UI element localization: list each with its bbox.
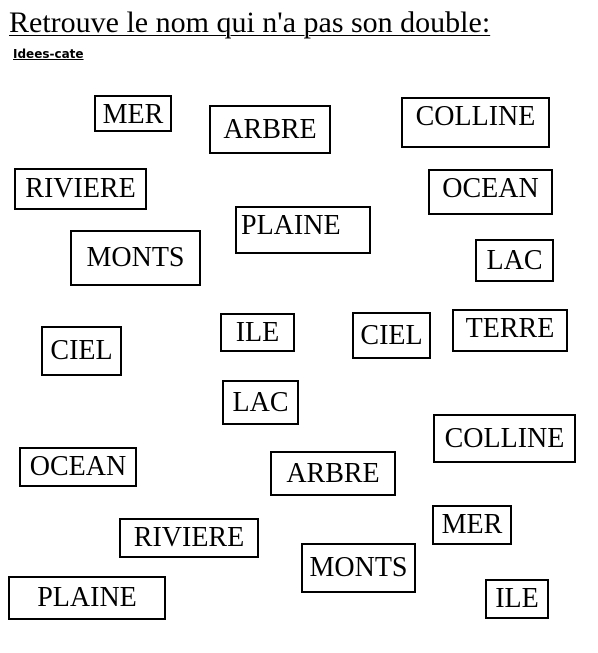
page-title: Retrouve le nom qui n'a pas son double:	[9, 6, 491, 39]
word-box-ile: ILE	[220, 313, 295, 352]
word-label: LAC	[486, 244, 543, 276]
word-label: MER	[102, 99, 164, 130]
word-box-mer: MER	[94, 95, 172, 132]
word-label: ILE	[495, 583, 539, 614]
word-label: MER	[441, 509, 503, 540]
word-box-ocean: OCEAN	[428, 169, 553, 215]
word-box-colline: COLLINE	[401, 97, 550, 148]
word-box-plaine: PLAINE	[8, 576, 166, 620]
word-box-terre: TERRE	[452, 309, 568, 352]
word-label: RIVIERE	[25, 173, 136, 204]
word-box-mer: MER	[432, 505, 512, 545]
word-label: PLAINE	[37, 582, 137, 613]
word-box-riviere: RIVIERE	[14, 168, 147, 210]
word-label: OCEAN	[29, 451, 127, 482]
word-box-monts: MONTS	[301, 543, 416, 593]
word-box-arbre: ARBRE	[270, 451, 396, 496]
word-label: MONTS	[86, 242, 185, 273]
word-label: ARBRE	[286, 457, 380, 489]
word-box-monts: MONTS	[70, 230, 201, 286]
word-label: TERRE	[465, 313, 555, 344]
word-box-riviere: RIVIERE	[119, 518, 259, 558]
word-label: COLLINE	[444, 422, 565, 454]
word-label: COLLINE	[415, 101, 536, 132]
word-box-ile: ILE	[485, 579, 549, 619]
word-box-arbre: ARBRE	[209, 105, 331, 154]
word-label: CIEL	[50, 335, 113, 366]
word-label: PLAINE	[241, 210, 341, 241]
word-label: RIVIERE	[133, 522, 245, 553]
word-box-lac: LAC	[222, 380, 299, 425]
word-label: MONTS	[309, 552, 408, 583]
word-box-ciel: CIEL	[41, 326, 122, 376]
source-label: Idees-cate	[13, 47, 84, 61]
word-box-ciel: CIEL	[352, 312, 431, 359]
word-box-plaine: PLAINE	[235, 206, 371, 254]
word-label: LAC	[232, 386, 289, 418]
word-label: ARBRE	[223, 113, 317, 145]
word-label: OCEAN	[442, 173, 539, 204]
word-label: CIEL	[360, 319, 423, 351]
word-box-ocean: OCEAN	[19, 447, 137, 487]
word-box-colline: COLLINE	[433, 414, 576, 463]
word-box-lac: LAC	[475, 239, 554, 282]
word-label: ILE	[235, 316, 280, 348]
